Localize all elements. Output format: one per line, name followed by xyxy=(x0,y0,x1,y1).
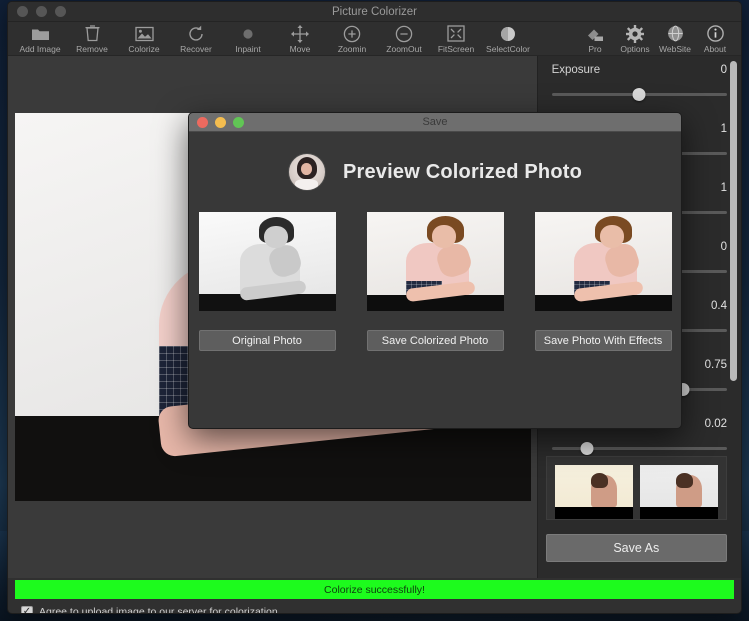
toolbar-right-group: Pro Options WebSite About xyxy=(575,24,735,54)
slider-value: 0.75 xyxy=(704,359,727,371)
trash-icon xyxy=(85,24,100,43)
toolbar-label: Zoomin xyxy=(337,44,367,54)
window-title: Picture Colorizer xyxy=(332,5,417,18)
agree-bar: ✓ Agree to upload image to our server fo… xyxy=(8,599,741,614)
slider-knob[interactable] xyxy=(580,442,594,455)
save-colorized-photo-button[interactable]: Save Colorized Photo xyxy=(366,330,504,351)
toolbar-button-add-image[interactable]: Add Image xyxy=(14,24,66,54)
main-toolbar: Add Image Remove Colorize Recover Inpain xyxy=(8,22,741,56)
toolbar-button-colorize[interactable]: Colorize xyxy=(118,24,170,54)
user-avatar xyxy=(287,153,326,191)
toolbar-label: Inpaint xyxy=(235,44,261,54)
slider-value: 0.4 xyxy=(711,300,727,312)
dialog-titlebar: Save xyxy=(189,113,681,132)
toolbar-label: ZoomOut xyxy=(386,44,422,54)
toolbar-button-fitscreen[interactable]: FitScreen xyxy=(430,24,482,54)
save-as-button[interactable]: Save As xyxy=(545,534,727,562)
refresh-icon xyxy=(187,24,205,43)
dialog-previews: Original Photo Save Colorized Photo Save… xyxy=(189,212,681,351)
slider-value: 0 xyxy=(720,241,727,253)
toolbar-button-selectcolor[interactable]: SelectColor xyxy=(482,24,534,54)
toolbar-label: Recover xyxy=(180,44,212,54)
slider-value: 1 xyxy=(720,123,727,135)
thumbnail-grid[interactable] xyxy=(545,456,727,520)
slider-track[interactable] xyxy=(551,88,727,101)
preview-column-colorized: Save Colorized Photo xyxy=(366,212,504,351)
gear-icon xyxy=(626,24,644,43)
thumbnail-gray[interactable] xyxy=(639,465,718,519)
toolbar-label: About xyxy=(703,44,727,54)
dialog-header: Preview Colorized Photo xyxy=(189,132,681,212)
toolbar-button-zoomin[interactable]: Zoomin xyxy=(326,24,378,54)
toolbar-label: Colorize xyxy=(128,44,160,54)
picture-icon xyxy=(134,24,154,43)
toolbar-label: WebSite xyxy=(659,44,691,54)
globe-icon xyxy=(667,24,684,43)
toolbar-button-options[interactable]: Options xyxy=(615,24,655,54)
move-arrows-icon xyxy=(291,24,309,43)
slider-value: 0.02 xyxy=(704,418,727,430)
slider-value: 0 xyxy=(720,64,727,76)
slider-knob[interactable] xyxy=(632,88,646,101)
toolbar-button-recover[interactable]: Recover xyxy=(170,24,222,54)
save-photo-with-effects-button[interactable]: Save Photo With Effects xyxy=(534,330,672,351)
sidebar-scrollbar[interactable] xyxy=(730,61,737,381)
slider-label: Exposure xyxy=(551,64,601,76)
toolbar-label: Remove xyxy=(76,44,108,54)
agree-label: Agree to upload image to our server for … xyxy=(39,606,278,614)
preview-column-original: Original Photo xyxy=(198,212,336,351)
toolbar-button-move[interactable]: Move xyxy=(274,24,326,54)
colorized-photo xyxy=(366,212,504,311)
dialog-title: Save xyxy=(422,116,448,128)
toolbar-label: FitScreen xyxy=(437,44,475,54)
dialog-heading: Preview Colorized Photo xyxy=(342,160,583,183)
toolbar-label: Pro xyxy=(588,44,602,54)
toolbar-label: Move xyxy=(289,44,311,54)
toolbar-button-remove[interactable]: Remove xyxy=(66,24,118,54)
folder-icon xyxy=(31,24,50,43)
toolbar-label: Options xyxy=(620,44,650,54)
fit-screen-icon xyxy=(447,24,465,43)
slider-value: 1 xyxy=(720,182,727,194)
status-bar: Colorize successfully! xyxy=(15,580,734,599)
toolbar-button-website[interactable]: WebSite xyxy=(655,24,695,54)
status-message: Colorize successfully! xyxy=(324,583,425,596)
colorized-effects-photo xyxy=(534,212,672,311)
zoom-in-icon xyxy=(343,24,361,43)
toolbar-button-inpaint[interactable]: Inpaint xyxy=(222,24,274,54)
thumbnail-sepia[interactable] xyxy=(554,465,633,519)
info-icon xyxy=(706,24,724,43)
toolbar-button-zoomout[interactable]: ZoomOut xyxy=(378,24,430,54)
color-circle-icon xyxy=(500,24,516,43)
toolbar-label: Add Image xyxy=(19,44,61,54)
brush-dot-icon xyxy=(241,24,255,43)
toolbar-button-pro[interactable]: Pro xyxy=(575,24,615,54)
preview-column-effects: Save Photo With Effects xyxy=(534,212,672,351)
window-titlebar: Picture Colorizer xyxy=(8,2,741,22)
zoom-out-icon xyxy=(395,24,413,43)
pro-badge-icon xyxy=(586,24,605,43)
slider-track[interactable] xyxy=(551,442,727,455)
slider-row[interactable]: Exposure 0 xyxy=(538,56,741,115)
original-bw-photo xyxy=(198,212,336,311)
agree-checkbox[interactable]: ✓ xyxy=(21,606,33,613)
save-dialog: Save Preview Colorized Photo Original Ph… xyxy=(188,112,682,429)
toolbar-button-about[interactable]: About xyxy=(695,24,735,54)
original-photo-button[interactable]: Original Photo xyxy=(198,330,336,351)
toolbar-label: SelectColor xyxy=(486,44,530,54)
